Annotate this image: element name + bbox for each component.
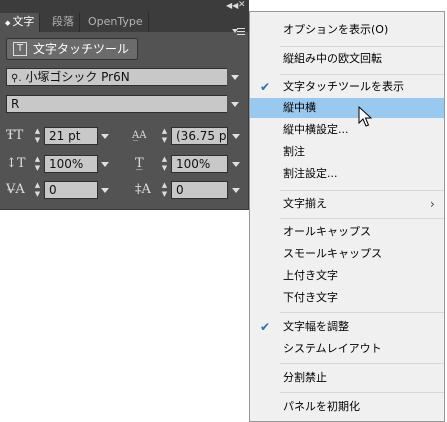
menu-separator (280, 74, 444, 75)
menu-item-show-touch-tool[interactable]: ✔ 文字タッチツールを表示 (250, 77, 444, 97)
font-style-field[interactable]: R (6, 95, 228, 113)
vertical-scale-icon: ↕T (6, 156, 26, 171)
tab-character[interactable]: ◆ 文字 (0, 13, 41, 32)
close-panel-icon[interactable]: ✕ (238, 0, 246, 11)
menu-item-all-caps[interactable]: オールキャップス (250, 222, 444, 242)
tracking-icon: ‡A (135, 182, 151, 197)
vertical-scale-stepper[interactable]: ▲ ▼ (32, 155, 43, 173)
vertical-scale-field[interactable]: 100% (44, 155, 98, 173)
menu-item-tate-chu-yoko[interactable]: 縦中横 (250, 98, 444, 118)
tab-opentype[interactable]: OpenType (83, 13, 149, 32)
chevron-right-icon: › (430, 197, 435, 211)
kerning-stepper[interactable]: ▲ ▼ (32, 181, 43, 199)
font-size-field[interactable]: 21 pt (44, 127, 98, 145)
menu-item-tate-chu-yoko-settings[interactable]: 縦中横設定... (250, 120, 444, 140)
menu-separator (280, 190, 444, 191)
tracking-stepper[interactable]: ▲ ▼ (159, 181, 170, 199)
menu-item-subscript[interactable]: 下付き文字 (250, 288, 444, 308)
menu-separator (280, 218, 444, 219)
font-family-dropdown[interactable] (227, 68, 243, 86)
horizontal-scale-stepper[interactable]: ▲ ▼ (159, 155, 170, 173)
leading-field[interactable]: (36.75 p (171, 127, 228, 145)
menu-item-no-break[interactable]: 分割禁止 (250, 368, 444, 388)
kerning-icon: V̶A (6, 182, 25, 197)
panel-title-strip (0, 0, 249, 11)
tracking-field[interactable]: 0 (171, 181, 228, 199)
horizontal-scale-field[interactable]: 100% (171, 155, 228, 173)
vertical-scale-dropdown[interactable] (98, 155, 112, 173)
kerning-field[interactable]: 0 (44, 181, 98, 199)
tracking-dropdown[interactable] (229, 181, 243, 199)
menu-item-small-caps[interactable]: スモールキャップス (250, 244, 444, 264)
font-style-dropdown[interactable] (227, 95, 243, 113)
menu-separator (280, 312, 444, 313)
search-icon: ⚲. (11, 73, 22, 84)
panel-menu-icon[interactable] (232, 27, 246, 37)
checkmark-icon: ✔ (260, 80, 271, 94)
menu-item-warichu-settings[interactable]: 割注設定... (250, 164, 444, 184)
panel-tabbar: ◆ 文字 段落 OpenType (0, 11, 249, 35)
font-size-stepper[interactable]: ▲ ▼ (32, 127, 43, 145)
menu-item-adjust-glyph-width[interactable]: ✔ 文字幅を調整 (250, 317, 444, 337)
menu-item-system-layout[interactable]: システムレイアウト (250, 339, 444, 359)
menu-item-rotate-roman[interactable]: 縦組み中の欧文回転 (250, 49, 444, 69)
menu-item-reset-panel[interactable]: パネルを初期化 (250, 397, 444, 417)
collapse-panel-icon[interactable]: ◀◀ (226, 0, 238, 11)
font-size-dropdown[interactable] (98, 127, 112, 145)
kerning-dropdown[interactable] (98, 181, 112, 199)
touch-type-icon: T (13, 42, 27, 56)
menu-item-show-options[interactable]: オプションを表示(O) (250, 20, 444, 40)
character-panel: ◀◀ ✕ ◆ 文字 段落 OpenType T 文字タッチツール ⚲. 小塚ゴシッ… (0, 0, 249, 210)
menu-item-character-alignment[interactable]: 文字揃え › (250, 194, 444, 214)
menu-separator (280, 363, 444, 364)
horizontal-scale-dropdown[interactable] (229, 155, 243, 173)
menu-item-superscript[interactable]: 上付き文字 (250, 266, 444, 286)
font-size-icon: ŦT (6, 128, 24, 143)
tab-paragraph[interactable]: 段落 (47, 13, 80, 32)
horizontal-scale-icon: T̲ (135, 156, 144, 171)
font-family-field[interactable]: ⚲. 小塚ゴシック Pr6N (6, 68, 228, 86)
checkmark-icon: ✔ (260, 320, 271, 334)
mouse-pointer-icon (358, 106, 372, 127)
leading-dropdown[interactable] (229, 127, 243, 145)
leading-icon: A̲A (132, 130, 147, 141)
leading-stepper[interactable]: ▲ ▼ (159, 127, 170, 145)
panel-flyout-menu: オプションを表示(O) 縦組み中の欧文回転 ✔ 文字タッチツールを表示 縦中横 … (249, 11, 445, 422)
tab-reorder-icon: ◆ (5, 19, 11, 27)
menu-separator (280, 392, 444, 393)
menu-separator (280, 46, 444, 47)
touch-type-tool-button[interactable]: T 文字タッチツール (6, 38, 138, 60)
menu-item-warichu[interactable]: 割注 (250, 142, 444, 162)
